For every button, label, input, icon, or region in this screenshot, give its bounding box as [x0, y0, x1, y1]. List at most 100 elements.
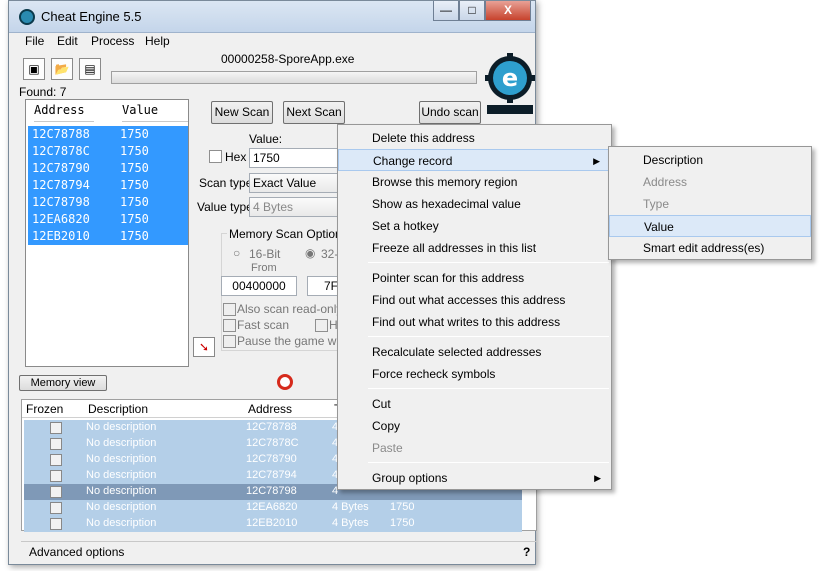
- row-address: 12C78788: [246, 421, 297, 433]
- menu-browse-memory[interactable]: Browse this memory region: [338, 171, 611, 193]
- process-name: 00000258-SporeApp.exe: [221, 52, 355, 66]
- undo-scan-button[interactable]: Undo scan: [419, 101, 481, 124]
- found-row[interactable]: 12C7878C 1750: [28, 143, 188, 160]
- add-address-arrow-icon[interactable]: ➘: [193, 337, 215, 357]
- row-value: 1750: [120, 144, 149, 158]
- menu-edit[interactable]: Edit: [57, 34, 78, 48]
- readonly-checkbox[interactable]: [223, 303, 236, 316]
- save-icon[interactable]: ▤: [79, 58, 101, 80]
- submenu-value[interactable]: Value: [609, 215, 811, 237]
- h-checkbox[interactable]: [315, 319, 328, 332]
- menu-pointer-scan[interactable]: Pointer scan for this address: [338, 267, 611, 289]
- scan-type-select[interactable]: Exact Value: [249, 173, 339, 193]
- menu-change-record[interactable]: Change record ▶: [338, 149, 611, 171]
- menu-show-hex[interactable]: Show as hexadecimal value: [338, 193, 611, 215]
- frozen-checkbox[interactable]: [50, 454, 62, 466]
- row-value: 1750: [120, 161, 149, 175]
- frozen-checkbox[interactable]: [50, 438, 62, 450]
- menu-find-accesses[interactable]: Find out what accesses this address: [338, 289, 611, 311]
- window-title: Cheat Engine 5.5: [41, 9, 142, 24]
- value-input[interactable]: 1750: [249, 148, 339, 168]
- open-folder-icon[interactable]: 📂: [51, 58, 73, 80]
- cheat-engine-logo[interactable]: e: [485, 53, 535, 115]
- menu-cut[interactable]: Cut: [338, 393, 611, 415]
- menu-separator: [368, 462, 609, 463]
- frozen-checkbox[interactable]: [50, 486, 62, 498]
- submenu-description[interactable]: Description: [609, 149, 811, 171]
- memory-scan-options-title: Memory Scan Options: [227, 227, 350, 241]
- found-row[interactable]: 12EA6820 1750: [28, 211, 188, 228]
- menu-file[interactable]: File: [25, 34, 44, 48]
- found-row[interactable]: 12C78798 1750: [28, 194, 188, 211]
- row-description: No description: [86, 501, 157, 513]
- col-frozen[interactable]: Frozen: [26, 402, 63, 416]
- menu-group-options[interactable]: Group options ▶: [338, 467, 611, 489]
- from-address-input[interactable]: 00400000: [221, 276, 297, 296]
- new-scan-button[interactable]: New Scan: [211, 101, 273, 124]
- radio-16bit-icon[interactable]: ○: [233, 246, 240, 260]
- maximize-button[interactable]: □: [459, 1, 485, 21]
- menu-paste[interactable]: Paste: [338, 437, 611, 459]
- submenu-type[interactable]: Type: [609, 193, 811, 215]
- radio-32bit-icon[interactable]: ◉: [305, 246, 315, 260]
- row-address: 12EA6820: [32, 212, 90, 226]
- value-type-select[interactable]: 4 Bytes: [249, 197, 339, 217]
- row-description: No description: [86, 469, 157, 481]
- row-value: 1750: [120, 212, 149, 226]
- stop-icon[interactable]: [277, 374, 293, 390]
- memory-view-button[interactable]: Memory view: [19, 375, 107, 391]
- hex-checkbox[interactable]: [209, 150, 222, 163]
- table-row[interactable]: No description 12EB2010 4 Bytes 1750: [24, 516, 522, 532]
- row-address: 12EA6820: [246, 501, 298, 513]
- found-row[interactable]: 12C78794 1750: [28, 177, 188, 194]
- menu-change-record-label: Change record: [373, 154, 453, 168]
- row-value: 1750: [120, 127, 149, 141]
- row-type: 4 Bytes: [332, 501, 369, 513]
- change-record-submenu: Description Address Type Value Smart edi…: [608, 146, 812, 260]
- fast-scan-checkbox[interactable]: [223, 319, 236, 332]
- frozen-checkbox[interactable]: [50, 502, 62, 514]
- help-icon[interactable]: ?: [523, 545, 530, 559]
- radio-32bit-label: 32-: [321, 247, 339, 261]
- close-button[interactable]: X: [485, 1, 531, 21]
- fast-scan-label: Fast scan: [237, 318, 290, 332]
- menu-find-writes[interactable]: Find out what writes to this address: [338, 311, 611, 333]
- menu-separator: [368, 336, 609, 337]
- menu-delete-address[interactable]: Delete this address: [338, 127, 611, 149]
- col-address-header[interactable]: Address: [34, 100, 94, 122]
- submenu-address[interactable]: Address: [609, 171, 811, 193]
- context-menu: Delete this address Change record ▶ Brows…: [337, 124, 612, 490]
- menu-set-hotkey[interactable]: Set a hotkey: [338, 215, 611, 237]
- frozen-checkbox[interactable]: [50, 422, 62, 434]
- found-row[interactable]: 12C78790 1750: [28, 160, 188, 177]
- submenu-smart-edit[interactable]: Smart edit address(es): [609, 237, 811, 259]
- row-description: No description: [86, 437, 157, 449]
- col-address[interactable]: Address: [248, 402, 292, 416]
- next-scan-button[interactable]: Next Scan: [283, 101, 345, 124]
- advanced-options-label[interactable]: Advanced options: [29, 545, 124, 559]
- found-row[interactable]: 12C78788 1750: [28, 126, 188, 143]
- frozen-checkbox[interactable]: [50, 518, 62, 530]
- menu-recheck-symbols[interactable]: Force recheck symbols: [338, 363, 611, 385]
- found-address-list[interactable]: Address Value 12C78788 1750 12C7878C 1750 …: [25, 99, 189, 367]
- row-value: 1750: [120, 178, 149, 192]
- menu-recalculate[interactable]: Recalculate selected addresses: [338, 341, 611, 363]
- menu-help[interactable]: Help: [145, 34, 170, 48]
- menu-process[interactable]: Process: [91, 34, 134, 48]
- minimize-button[interactable]: —: [433, 1, 459, 21]
- row-address: 12C78794: [32, 178, 90, 192]
- pause-game-checkbox[interactable]: [223, 335, 236, 348]
- to-address-input[interactable]: 7F: [307, 276, 339, 296]
- found-row[interactable]: 12EB2010 1750: [28, 228, 188, 245]
- row-address: 12C78798: [246, 485, 297, 497]
- table-row[interactable]: No description 12EA6820 4 Bytes 1750: [24, 500, 522, 516]
- menu-freeze-all[interactable]: Freeze all addresses in this list: [338, 237, 611, 259]
- menu-copy[interactable]: Copy: [338, 415, 611, 437]
- frozen-checkbox[interactable]: [50, 470, 62, 482]
- svg-text:e: e: [502, 64, 518, 92]
- col-description[interactable]: Description: [88, 402, 148, 416]
- col-value-header[interactable]: Value: [122, 100, 188, 122]
- select-process-icon[interactable]: ▣: [23, 58, 45, 80]
- row-address: 12C78788: [32, 127, 90, 141]
- advanced-options-bar[interactable]: Advanced options ?: [21, 541, 537, 561]
